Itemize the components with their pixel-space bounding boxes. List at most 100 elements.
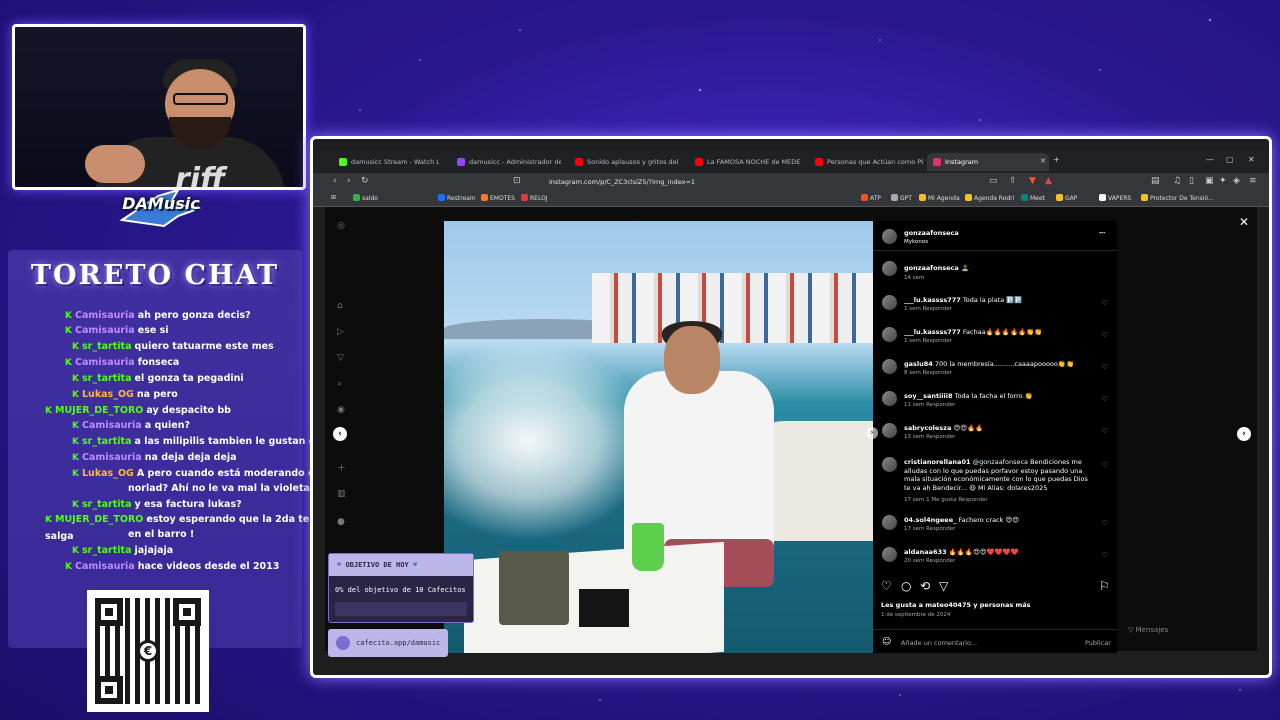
emoji-icon[interactable]: ☺ bbox=[882, 637, 891, 647]
chat-username[interactable]: sr_tartita bbox=[82, 436, 131, 447]
comment-icon[interactable]: ○ bbox=[901, 579, 911, 593]
minimize-icon[interactable]: — bbox=[1206, 155, 1214, 164]
tab-clips-admin[interactable]: damusicc - Administrador de clips - bbox=[451, 153, 561, 171]
bookmark-atp[interactable]: ATP bbox=[861, 194, 881, 202]
commenter-avatar[interactable] bbox=[882, 515, 897, 530]
send-icon[interactable]: ▽ bbox=[337, 353, 344, 363]
chat-username[interactable]: MUJER_DE_TORO bbox=[55, 514, 143, 525]
more-options-icon[interactable]: ⋯ bbox=[1099, 229, 1106, 237]
bookmark-protector[interactable]: Protector De Tensió... bbox=[1141, 194, 1214, 202]
reply-button[interactable]: Responder bbox=[923, 370, 952, 376]
bookmark-agenda-rodri[interactable]: Agenda Rodri bbox=[965, 194, 1014, 202]
publish-button[interactable]: Publicar bbox=[1085, 639, 1111, 647]
wallet-icon[interactable]: ▣ bbox=[1205, 176, 1214, 186]
new-tab-button[interactable]: + bbox=[1053, 155, 1060, 164]
comment-username[interactable]: cristianorellana01 bbox=[904, 458, 971, 466]
chat-username[interactable]: sr_tartita bbox=[82, 341, 131, 352]
brave-shield-icon[interactable]: ▼ bbox=[1029, 176, 1036, 186]
repost-icon[interactable]: ⟲ bbox=[920, 579, 930, 593]
post-location[interactable]: Mykonos bbox=[904, 239, 928, 245]
instagram-logo-icon[interactable]: ◎ bbox=[337, 221, 345, 231]
reply-button[interactable]: Responder bbox=[923, 306, 952, 312]
bookmark-vapers[interactable]: VAPERS bbox=[1099, 194, 1131, 202]
bookmark-gpt[interactable]: GPT bbox=[891, 194, 912, 202]
chat-username[interactable]: Camisauria bbox=[82, 452, 142, 463]
tab-youtube-applause[interactable]: Sonido aplausos y gritos del publico bbox=[569, 153, 681, 171]
chat-username[interactable]: Lukas_OG bbox=[82, 389, 134, 400]
share-icon[interactable]: ⇧ bbox=[1009, 176, 1017, 186]
like-comment-icon[interactable]: ♡ bbox=[1102, 363, 1108, 371]
post-photo[interactable] bbox=[444, 221, 873, 653]
chat-username[interactable]: Lukas_OG bbox=[82, 468, 134, 479]
like-comment-icon[interactable]: ♡ bbox=[1102, 519, 1108, 527]
like-comment-icon[interactable]: ♡ bbox=[1102, 395, 1108, 403]
tab-youtube-medellin[interactable]: La FAMOSA NOCHE de MEDELLÍN... bbox=[689, 153, 801, 171]
next-image-button[interactable]: › bbox=[866, 427, 878, 439]
vpn-icon[interactable]: ◈ bbox=[1233, 176, 1240, 186]
like-comment-icon[interactable]: ♡ bbox=[1102, 551, 1108, 559]
tab-youtube-perros[interactable]: Personas que Actúan como PERROS bbox=[809, 153, 923, 171]
reply-button[interactable]: Responder bbox=[926, 526, 955, 532]
comment-username[interactable]: ___lu.kassss777 bbox=[904, 328, 961, 336]
commenter-avatar[interactable] bbox=[882, 391, 897, 406]
music-icon[interactable]: ♫ bbox=[1173, 176, 1181, 186]
chat-username[interactable]: sr_tartita bbox=[82, 499, 131, 510]
comment-username[interactable]: soy__santiiii8 bbox=[904, 392, 953, 400]
commenter-avatar[interactable] bbox=[882, 457, 897, 472]
reply-button[interactable]: Responder bbox=[958, 497, 987, 503]
comment-likes[interactable]: 1 Me gusta bbox=[926, 497, 957, 503]
chat-username[interactable]: Camisauria bbox=[75, 325, 135, 336]
chat-username[interactable]: sr_tartita bbox=[82, 373, 131, 384]
home-icon[interactable]: ⌂ bbox=[337, 301, 343, 311]
comment-username[interactable]: sabrycolesza bbox=[904, 424, 951, 432]
commenter-avatar[interactable] bbox=[882, 423, 897, 438]
likes-summary[interactable]: Les gusta a mateo40475 y personas más bbox=[881, 601, 1031, 609]
brave-rewards-icon[interactable]: ▲ bbox=[1045, 176, 1052, 186]
cafecito-link[interactable]: cafecito.app/damusic bbox=[328, 629, 448, 657]
post-author[interactable]: gonzaafonseca bbox=[904, 229, 959, 237]
reels-icon[interactable]: ▷ bbox=[337, 327, 344, 337]
chat-username[interactable]: Camisauria bbox=[75, 561, 135, 572]
comment-username[interactable]: 04.sol4ngeee_ bbox=[904, 516, 956, 524]
save-icon[interactable]: ⚐ bbox=[1099, 579, 1110, 593]
chat-username[interactable]: sr_tartita bbox=[82, 545, 131, 556]
cast-icon[interactable]: ▭ bbox=[989, 176, 998, 186]
chat-username[interactable]: Camisauria bbox=[75, 310, 135, 321]
chat-username[interactable]: Camisauria bbox=[75, 357, 135, 368]
reload-icon[interactable]: ↻ bbox=[361, 176, 369, 186]
prev-post-button[interactable]: ‹ bbox=[333, 427, 347, 441]
author-avatar[interactable] bbox=[882, 229, 897, 244]
extensions-icon[interactable]: ✦ bbox=[1219, 176, 1227, 186]
like-icon[interactable]: ♡ bbox=[881, 579, 892, 593]
close-post-icon[interactable]: ✕ bbox=[1239, 215, 1249, 229]
apps-grid-icon[interactable]: ⊞ bbox=[331, 194, 336, 201]
search-icon[interactable]: ⌕ bbox=[337, 379, 342, 389]
explore-icon[interactable]: ◉ bbox=[337, 405, 345, 415]
like-comment-icon[interactable]: ♡ bbox=[1102, 331, 1108, 339]
chat-username[interactable]: Camisauria bbox=[82, 420, 142, 431]
messages-button[interactable]: ▽ Mensajes bbox=[1128, 626, 1168, 634]
maximize-icon[interactable]: ▢ bbox=[1226, 155, 1234, 164]
dashboard-icon[interactable]: ▥ bbox=[337, 489, 346, 499]
menu-icon[interactable]: ≡ bbox=[1249, 176, 1257, 186]
reply-button[interactable]: Responder bbox=[923, 338, 952, 344]
comment-username[interactable]: gaslu84 bbox=[904, 360, 933, 368]
bookmark-mi-agenda[interactable]: Mi Agenda bbox=[919, 194, 960, 202]
bookmark-page-icon[interactable]: ⊡ bbox=[513, 176, 521, 186]
commenter-avatar[interactable] bbox=[882, 547, 897, 562]
comment-mention[interactable]: @gonzaafonseca bbox=[973, 458, 1028, 466]
caption-avatar[interactable] bbox=[882, 261, 897, 276]
chat-username[interactable]: MUJER_DE_TORO bbox=[55, 405, 143, 416]
bookmark-meet[interactable]: Meet bbox=[1021, 194, 1045, 202]
share-icon[interactable]: ▽ bbox=[939, 579, 948, 593]
comment-username[interactable]: aldanaa633 bbox=[904, 548, 947, 556]
next-post-button[interactable]: › bbox=[1237, 427, 1251, 441]
profile-icon[interactable]: ● bbox=[337, 517, 345, 527]
bookmark-reloj[interactable]: RELOJ bbox=[521, 194, 548, 202]
comment-input[interactable]: Añade un comentario... bbox=[901, 639, 977, 647]
like-comment-icon[interactable]: ♡ bbox=[1102, 461, 1108, 469]
tab-instagram[interactable]: Instagram ✕ bbox=[927, 153, 1049, 171]
like-comment-icon[interactable]: ♡ bbox=[1102, 299, 1108, 307]
close-tab-icon[interactable]: ✕ bbox=[1040, 157, 1046, 165]
forward-icon[interactable]: › bbox=[347, 176, 351, 186]
